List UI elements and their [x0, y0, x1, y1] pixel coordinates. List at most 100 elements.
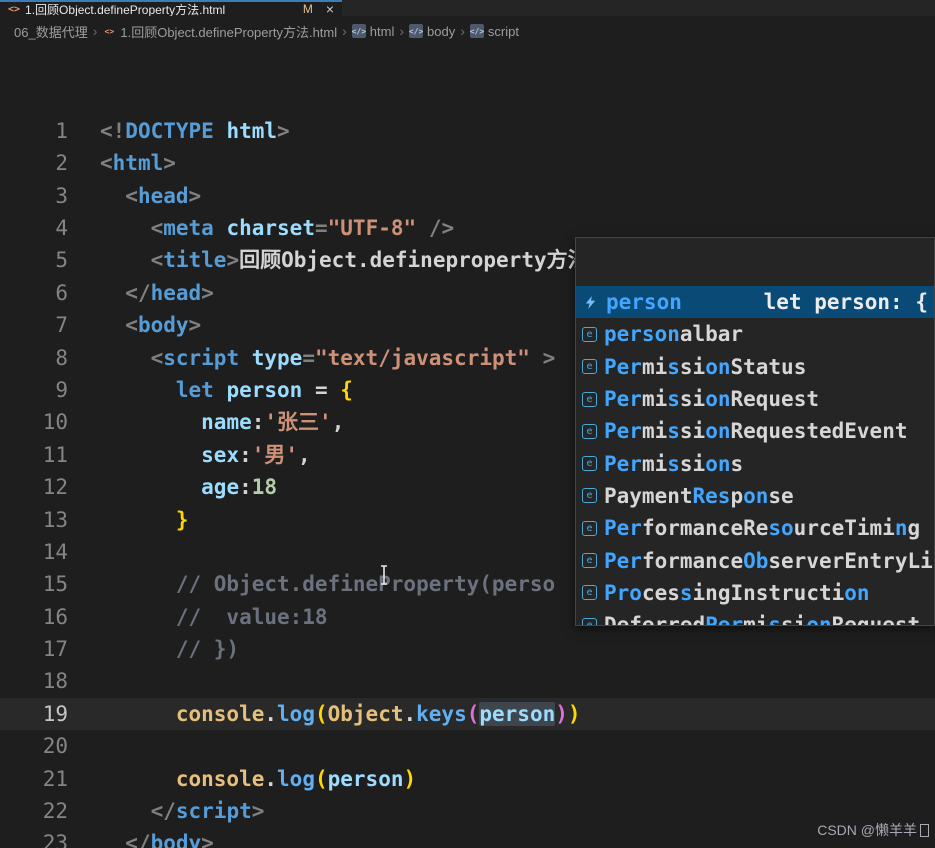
html-file-icon: <>: [104, 26, 115, 36]
code-text: console.log(Object.keys(person)): [175, 701, 581, 726]
html-file-icon: <>: [8, 3, 21, 15]
suggestion-label: Payment Res p on se: [604, 483, 794, 508]
interface-suggestion-icon: e: [582, 585, 597, 601]
line-number[interactable]: 17: [0, 633, 68, 665]
code-symbol-icon: </>: [352, 24, 366, 38]
code-symbol-icon: </>: [470, 24, 484, 38]
interface-suggestion-icon: e: [582, 423, 597, 439]
line-number[interactable]: 16: [0, 601, 68, 633]
line-number[interactable]: 19: [0, 698, 68, 730]
line-number[interactable]: 20: [0, 730, 68, 762]
line-number[interactable]: 6: [0, 277, 68, 309]
breadcrumb-label: 1.回顾Object.defineProperty方法.html: [120, 24, 338, 40]
code-line[interactable]: 22 </script>: [0, 795, 935, 827]
suggestion-item[interactable]: e Per formanceRe so urceTimi n g: [576, 512, 934, 544]
breadcrumb-label: body: [427, 23, 456, 39]
watermark-box-glyph: [920, 823, 929, 837]
suggestion-label: Deferred Per mi s si on Request: [604, 613, 921, 626]
suggestion-item[interactable]: person let person: {: [576, 286, 934, 319]
code-text: </script>: [150, 799, 265, 824]
suggestion-item[interactable]: e Deferred Per mi s si on Request: [576, 609, 934, 626]
line-number[interactable]: 13: [0, 504, 68, 536]
breadcrumb: 06_数据代理 › <> 1.回顾Object.defineProperty方法.ht…: [0, 16, 935, 46]
code-line[interactable]: 17 // }): [0, 633, 935, 665]
breadcrumb-item[interactable]: </> html: [352, 24, 395, 39]
line-number[interactable]: 7: [0, 309, 68, 341]
code-text: name:'张三',: [201, 410, 345, 435]
line-number[interactable]: 21: [0, 763, 68, 795]
code-text: // Object.defineProperty(perso: [175, 572, 556, 597]
interface-suggestion-icon: e: [582, 617, 597, 625]
breadcrumb-label: script: [487, 23, 519, 39]
code-text: age:18: [201, 475, 278, 500]
suggestion-item[interactable]: e Payment Res p on se: [576, 480, 934, 512]
line-number[interactable]: 3: [0, 180, 68, 212]
line-number[interactable]: 22: [0, 795, 68, 827]
line-number[interactable]: 15: [0, 568, 68, 600]
line-number[interactable]: 14: [0, 536, 68, 568]
breadcrumb-label: 06_数据代理: [14, 24, 88, 40]
tab-title: 1.回顾Object.defineProperty方法.html: [25, 2, 226, 17]
breadcrumb-separator-icon: ›: [399, 23, 405, 39]
code-line[interactable]: 1 <!DOCTYPE html>: [0, 115, 935, 147]
suggestion-item[interactable]: e Per mi s si on s: [576, 447, 934, 479]
suggestion-item[interactable]: e Per mi s si on Status: [576, 351, 934, 383]
breadcrumb-label: html: [369, 23, 395, 39]
line-number[interactable]: 8: [0, 342, 68, 374]
line-number[interactable]: 23: [0, 827, 68, 848]
interface-suggestion-icon: e: [582, 326, 597, 342]
code-line[interactable]: 18: [0, 665, 935, 697]
interface-suggestion-icon: e: [582, 520, 597, 536]
suggestion-item[interactable]: e Per mi s si on Request: [576, 383, 934, 415]
breadcrumb-item[interactable]: <> 1.回顾Object.defineProperty方法.html: [102, 22, 338, 41]
breadcrumb-item[interactable]: </> body: [409, 24, 455, 39]
code-line[interactable]: 20: [0, 730, 935, 762]
code-text: }: [175, 507, 189, 532]
line-number[interactable]: 5: [0, 244, 68, 276]
suggestion-label: Per mi s si on RequestedEvent: [604, 419, 908, 444]
suggestion-item[interactable]: e Per formance Ob serverEntryLi: [576, 544, 934, 576]
line-number[interactable]: 18: [0, 665, 68, 697]
close-icon[interactable]: ×: [326, 2, 334, 16]
breadcrumb-item[interactable]: 06_数据代理: [14, 22, 88, 41]
code-text: <head>: [125, 183, 202, 208]
suggestion-item[interactable]: e person albar: [576, 318, 934, 350]
suggestion-label: Per mi s si on Status: [604, 354, 807, 379]
suggest-list: person let person: {e person albar e Per mi s si…: [576, 286, 934, 626]
line-number[interactable]: 9: [0, 374, 68, 406]
line-number[interactable]: 12: [0, 471, 68, 503]
suggestion-label: person: [606, 290, 682, 315]
git-modified-badge: M: [302, 2, 313, 16]
code-line[interactable]: 3 <head>: [0, 180, 935, 212]
editor-tab[interactable]: <> 1.回顾Object.defineProperty方法.html M ×: [0, 0, 342, 16]
suggest-widget[interactable]: person let person: {e person albar e Per mi s si…: [575, 237, 935, 626]
code-text: console.log(person): [175, 766, 417, 791]
code-text: </body>: [125, 831, 214, 848]
suggestion-detail: let person: {: [763, 290, 928, 315]
breadcrumb-item[interactable]: </> script: [470, 24, 519, 39]
suggestion-label: Per mi s si on s: [604, 451, 744, 476]
line-number[interactable]: 10: [0, 406, 68, 438]
interface-suggestion-icon: e: [582, 391, 597, 407]
code-line[interactable]: 23 </body>: [0, 827, 935, 848]
code-line[interactable]: 19 console.log(Object.keys(person)): [0, 697, 935, 731]
line-number[interactable]: 1: [0, 115, 68, 147]
breadcrumb-separator-icon: ›: [460, 23, 465, 39]
code-text: <meta charset="UTF-8" />: [150, 215, 455, 240]
code-text: // value:18: [175, 604, 328, 629]
line-number[interactable]: 4: [0, 212, 68, 244]
suggestion-label: Pro ces s ingInstructi on: [604, 580, 870, 605]
line-number[interactable]: 2: [0, 147, 68, 179]
tab-bar: <> 1.回顾Object.defineProperty方法.html M ×: [0, 0, 935, 16]
suggestion-item[interactable]: e Per mi s si on RequestedEvent: [576, 415, 934, 447]
code-line[interactable]: 21 console.log(person): [0, 763, 935, 795]
code-text: sex:'男',: [201, 442, 311, 467]
code-line[interactable]: 2 <html>: [0, 147, 935, 179]
interface-suggestion-icon: e: [582, 488, 597, 504]
suggestion-label: Per formance Ob serverEntryLi: [604, 548, 933, 573]
variable-suggestion-icon: [582, 294, 599, 311]
code-text: <html>: [100, 151, 176, 176]
code-text: let person = {: [175, 377, 353, 402]
suggestion-item[interactable]: e Pro ces s ingInstructi on: [576, 577, 934, 609]
line-number[interactable]: 11: [0, 439, 68, 471]
